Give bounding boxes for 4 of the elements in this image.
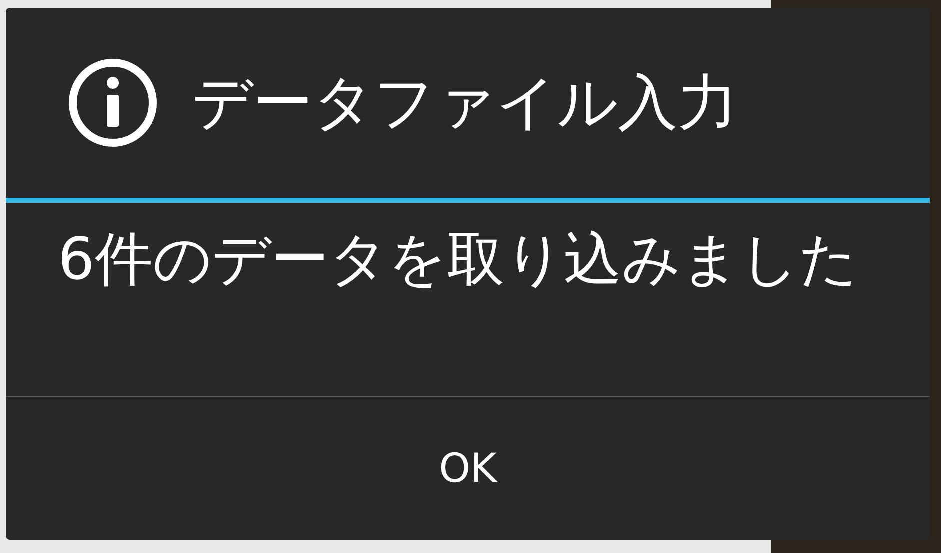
dialog-message: 6件のデータを取り込みました — [58, 225, 858, 293]
dialog-title: データファイル入力 — [192, 66, 738, 140]
ok-button[interactable]: OK — [6, 397, 930, 540]
info-icon — [68, 58, 158, 148]
